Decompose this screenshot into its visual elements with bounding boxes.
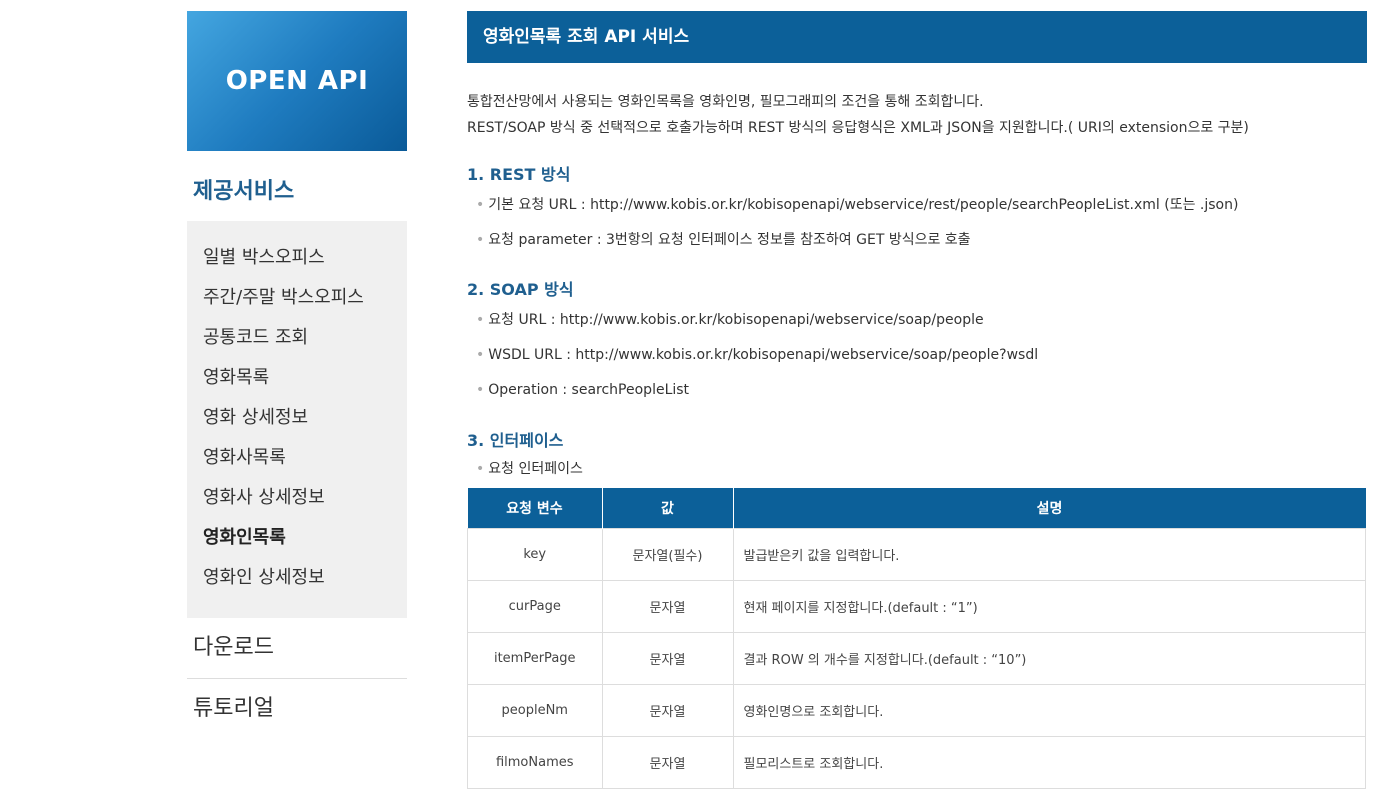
param-desc-cell: 결과 ROW 의 개수를 지정합니다.(default : “10”) <box>732 632 1366 685</box>
sidebar: OPEN API 제공서비스 일별 박스오피스 주간/주말 박스오피스 공통코드… <box>187 11 407 739</box>
param-type-cell: 문자열 <box>601 632 734 685</box>
table-row: key 문자열(필수) 발급받은키 값을 입력합니다. <box>467 528 1366 581</box>
column-header-description: 설명 <box>733 488 1366 529</box>
request-interface-text: 요청 인터페이스 <box>488 461 583 477</box>
param-desc-cell: 발급받은키 값을 입력합니다. <box>732 528 1366 581</box>
request-interface-table: 요청 변수 값 설명 key 문자열(필수) 발급받은키 값을 입력합니다. c… <box>467 488 1366 789</box>
param-name-cell: filmoNames <box>467 736 603 789</box>
soap-url-text: 요청 URL : http://www.kobis.or.kr/kobisope… <box>488 312 984 328</box>
submenu-item-movie-list[interactable]: 영화목록 <box>187 358 407 398</box>
menu-tutorial[interactable]: 튜토리얼 <box>187 679 407 739</box>
table-row: itemPerPage 문자열 결과 ROW 의 개수를 지정합니다.(defa… <box>467 632 1366 685</box>
param-name-cell: key <box>467 528 603 581</box>
soap-operation-text: Operation : searchPeopleList <box>488 382 690 398</box>
param-type-cell: 문자열 <box>601 580 734 633</box>
bullet-dot-icon: • <box>476 232 485 248</box>
submenu-item-movie-detail[interactable]: 영화 상세정보 <box>187 398 407 438</box>
rest-param-item: • 요청 parameter : 3번항의 요청 인터페이스 정보를 참조하여 G… <box>467 223 1367 258</box>
page-title: 영화인목록 조회 API 서비스 <box>467 11 1367 63</box>
param-desc-cell: 현재 페이지를 지정합니다.(default : “1”) <box>732 580 1366 633</box>
submenu-item-people-detail[interactable]: 영화인 상세정보 <box>187 558 407 598</box>
table-header-row: 요청 변수 값 설명 <box>467 488 1366 529</box>
soap-heading: 2. SOAP 방식 <box>467 280 574 299</box>
rest-param-text: 요청 parameter : 3번항의 요청 인터페이스 정보를 참조하여 GE… <box>488 232 971 248</box>
submenu-item-company-list[interactable]: 영화사목록 <box>187 438 407 478</box>
rest-url-item: • 기본 요청 URL : http://www.kobis.or.kr/kobi… <box>467 188 1367 223</box>
table-row: peopleNm 문자열 영화인명으로 조회합니다. <box>467 684 1366 737</box>
param-desc-cell: 필모리스트로 조회합니다. <box>732 736 1366 789</box>
submenu-item-weekly-boxoffice[interactable]: 주간/주말 박스오피스 <box>187 278 407 318</box>
table-row: curPage 문자열 현재 페이지를 지정합니다.(default : “1”… <box>467 580 1366 633</box>
intro-line-2: REST/SOAP 방식 중 선택적으로 호출가능하며 REST 방식의 응답형… <box>467 120 1249 136</box>
param-type-cell: 문자열 <box>601 736 734 789</box>
submenu-item-common-code[interactable]: 공통코드 조회 <box>187 318 407 358</box>
param-name-cell: peopleNm <box>467 684 603 737</box>
column-header-param: 요청 변수 <box>467 488 603 529</box>
column-header-value: 값 <box>602 488 734 529</box>
services-submenu: 일별 박스오피스 주간/주말 박스오피스 공통코드 조회 영화목록 영화 상세정… <box>187 221 407 618</box>
bullet-dot-icon: • <box>476 382 485 398</box>
submenu-item-people-list[interactable]: 영화인목록 <box>187 518 407 558</box>
menu-download[interactable]: 다운로드 <box>187 618 407 679</box>
table-row: filmoNames 문자열 필모리스트로 조회합니다. <box>467 736 1366 789</box>
open-api-logo[interactable]: OPEN API <box>187 11 407 151</box>
soap-url-item: • 요청 URL : http://www.kobis.or.kr/kobisop… <box>467 303 1367 338</box>
main-content: 영화인목록 조회 API 서비스 통합전산망에서 사용되는 영화인목록을 영화인… <box>467 11 1367 789</box>
bullet-dot-icon: • <box>476 197 485 213</box>
soap-operation-item: • Operation : searchPeopleList <box>467 373 1367 408</box>
param-name-cell: itemPerPage <box>467 632 603 685</box>
soap-wsdl-item: • WSDL URL : http://www.kobis.or.kr/kobis… <box>467 338 1367 373</box>
param-name-cell: curPage <box>467 580 603 633</box>
rest-url-text: 기본 요청 URL : http://www.kobis.or.kr/kobis… <box>488 197 1239 213</box>
soap-wsdl-text: WSDL URL : http://www.kobis.or.kr/kobiso… <box>488 347 1039 363</box>
interface-heading: 3. 인터페이스 <box>467 431 564 450</box>
submenu-item-daily-boxoffice[interactable]: 일별 박스오피스 <box>187 238 407 278</box>
param-type-cell: 문자열 <box>601 684 734 737</box>
rest-heading: 1. REST 방식 <box>467 165 571 184</box>
param-desc-cell: 영화인명으로 조회합니다. <box>732 684 1366 737</box>
submenu-item-company-detail[interactable]: 영화사 상세정보 <box>187 478 407 518</box>
bullet-dot-icon: • <box>476 312 485 328</box>
intro-text: 통합전산망에서 사용되는 영화인목록을 영화인명, 필모그래피의 조건을 통해 … <box>467 89 1367 141</box>
intro-line-1: 통합전산망에서 사용되는 영화인목록을 영화인명, 필모그래피의 조건을 통해 … <box>467 94 984 110</box>
request-interface-item: • 요청 인터페이스 <box>467 454 1367 484</box>
bullet-dot-icon: • <box>476 461 485 477</box>
param-type-cell: 문자열(필수) <box>601 528 734 581</box>
bullet-dot-icon: • <box>476 347 485 363</box>
section-title-services[interactable]: 제공서비스 <box>187 177 407 207</box>
